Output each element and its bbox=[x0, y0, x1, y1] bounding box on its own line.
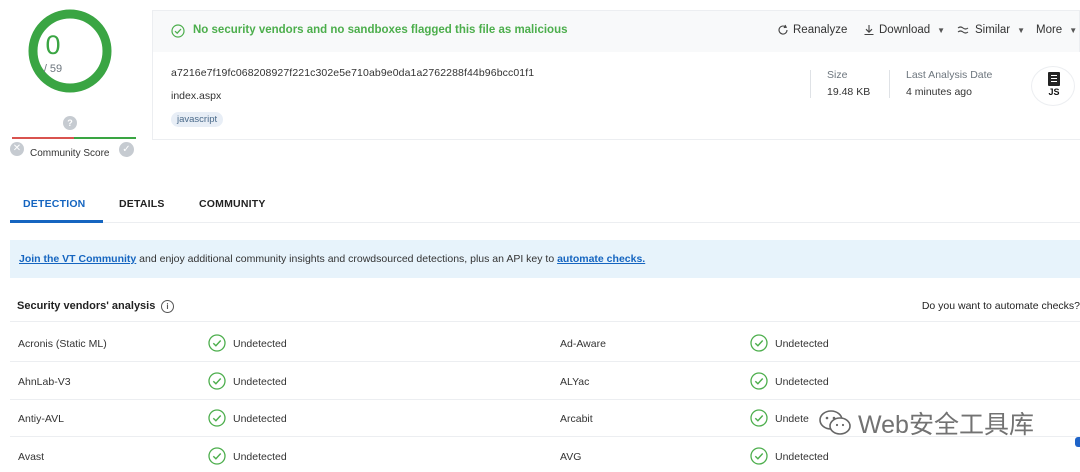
last-analysis-value: 4 minutes ago bbox=[906, 86, 972, 98]
vendor-result: Undetected bbox=[233, 338, 287, 350]
vendor-result: Undetected bbox=[775, 375, 829, 388]
detection-score: 0 / 59 ? ✕ Community Score ✓ bbox=[10, 6, 136, 166]
watermark-text: Web安全工具库 bbox=[858, 411, 1034, 439]
wechat-icon bbox=[819, 410, 851, 435]
vendor-result: Undetected bbox=[233, 375, 287, 388]
file-name: index.aspx bbox=[171, 90, 222, 102]
check-circle-icon bbox=[208, 371, 226, 390]
download-icon bbox=[864, 25, 874, 36]
vote-harmless-icon[interactable]: ✓ bbox=[119, 142, 134, 157]
more-button[interactable]: More ▼ bbox=[1036, 24, 1077, 36]
check-circle-icon bbox=[171, 24, 185, 38]
vendor-name: Ad-Aware bbox=[560, 338, 606, 350]
vote-malicious-icon[interactable]: ✕ bbox=[10, 142, 24, 156]
tab-bar: DETECTION DETAILS COMMUNITY bbox=[10, 186, 1080, 223]
file-type-badge: JS bbox=[1031, 66, 1075, 106]
community-score-label: Community Score bbox=[30, 148, 110, 159]
check-circle-icon bbox=[750, 409, 768, 427]
community-banner: Join the VT Community and enjoy addition… bbox=[10, 240, 1080, 278]
vendor-result: Undetected bbox=[233, 450, 287, 463]
table-row: Acronis (Static ML) Undetected Ad-Aware Und… bbox=[10, 325, 1080, 362]
file-hash[interactable]: a7216e7f19fc068208927f221c302e5e710ab9e0… bbox=[171, 67, 534, 79]
vendor-name: AhnLab-V3 bbox=[18, 375, 71, 388]
document-icon bbox=[1048, 72, 1060, 86]
check-circle-icon bbox=[208, 409, 226, 427]
divider bbox=[889, 70, 890, 98]
table-row: AhnLab-V3 Undetected ALYac Undetected bbox=[10, 363, 1080, 400]
verdict-banner: No security vendors and no sandboxes fla… bbox=[152, 10, 1080, 52]
vendor-name: AVG bbox=[560, 450, 582, 463]
join-community-link[interactable]: Join the VT Community bbox=[19, 253, 136, 265]
scroll-tab[interactable] bbox=[1075, 437, 1080, 447]
vendor-name: Avast bbox=[18, 450, 45, 463]
community-score-bar bbox=[12, 137, 136, 139]
vendor-name: ALYac bbox=[560, 375, 590, 388]
vendor-result: Undete bbox=[775, 413, 809, 425]
automate-checks-link[interactable]: automate checks. bbox=[557, 253, 645, 265]
tab-community[interactable]: COMMUNITY bbox=[199, 198, 266, 210]
last-analysis-label: Last Analysis Date bbox=[906, 69, 993, 81]
community-banner-body: and enjoy additional community insights … bbox=[136, 253, 558, 265]
vendors-title: Security vendors' analysis bbox=[17, 300, 156, 312]
detection-count: 0 bbox=[45, 30, 61, 60]
file-info-card: a7216e7f19fc068208927f221c302e5e710ab9e0… bbox=[152, 52, 1080, 140]
file-type-text: JS bbox=[1048, 87, 1060, 97]
divider bbox=[810, 70, 811, 98]
vendor-name: Acronis (Static ML) bbox=[18, 338, 107, 350]
vendor-name: Arcabit bbox=[560, 413, 593, 425]
watermark: Web安全工具库 bbox=[818, 405, 1034, 441]
chevron-down-icon: ▼ bbox=[937, 25, 946, 35]
download-label: Download bbox=[879, 24, 931, 36]
check-circle-icon bbox=[750, 334, 768, 352]
size-value: 19.48 KB bbox=[827, 86, 871, 98]
tab-detection[interactable]: DETECTION bbox=[23, 198, 85, 210]
vendor-result: Undetected bbox=[775, 450, 829, 463]
chevron-down-icon: ▼ bbox=[1069, 25, 1078, 35]
check-circle-icon bbox=[750, 371, 768, 390]
reanalyze-button[interactable]: Reanalyze bbox=[777, 24, 847, 36]
community-banner-text: Join the VT Community and enjoy addition… bbox=[19, 253, 645, 265]
chevron-down-icon: ▼ bbox=[1017, 25, 1026, 35]
tab-details[interactable]: DETAILS bbox=[119, 198, 165, 210]
community-score-marker-icon: ? bbox=[63, 116, 77, 130]
refresh-icon bbox=[778, 24, 788, 35]
check-circle-icon bbox=[750, 446, 768, 465]
reanalyze-label: Reanalyze bbox=[793, 24, 848, 36]
active-tab-indicator bbox=[10, 220, 103, 223]
vendor-result: Undetected bbox=[775, 338, 829, 350]
more-label: More bbox=[1036, 24, 1063, 36]
check-circle-icon bbox=[208, 334, 226, 352]
vendor-result: Undetected bbox=[233, 413, 287, 425]
detection-total: / 59 bbox=[43, 63, 63, 75]
vendors-header: Security vendors' analysis i Do you want… bbox=[10, 292, 1080, 322]
download-button[interactable]: Download ▼ bbox=[863, 24, 945, 36]
check-circle-icon bbox=[208, 446, 226, 465]
similar-label: Similar bbox=[975, 24, 1011, 36]
vendor-name: Antiy-AVL bbox=[18, 413, 64, 425]
file-tag[interactable]: javascript bbox=[171, 112, 224, 127]
table-row: Avast Undetected AVG Undetected bbox=[10, 438, 1080, 472]
size-label: Size bbox=[827, 69, 848, 81]
automate-question-link[interactable]: Do you want to automate checks? bbox=[922, 300, 1080, 312]
similar-icon bbox=[957, 26, 969, 34]
info-icon[interactable]: i bbox=[161, 300, 174, 313]
similar-button[interactable]: Similar ▼ bbox=[957, 24, 1025, 36]
verdict-message: No security vendors and no sandboxes fla… bbox=[193, 24, 568, 36]
